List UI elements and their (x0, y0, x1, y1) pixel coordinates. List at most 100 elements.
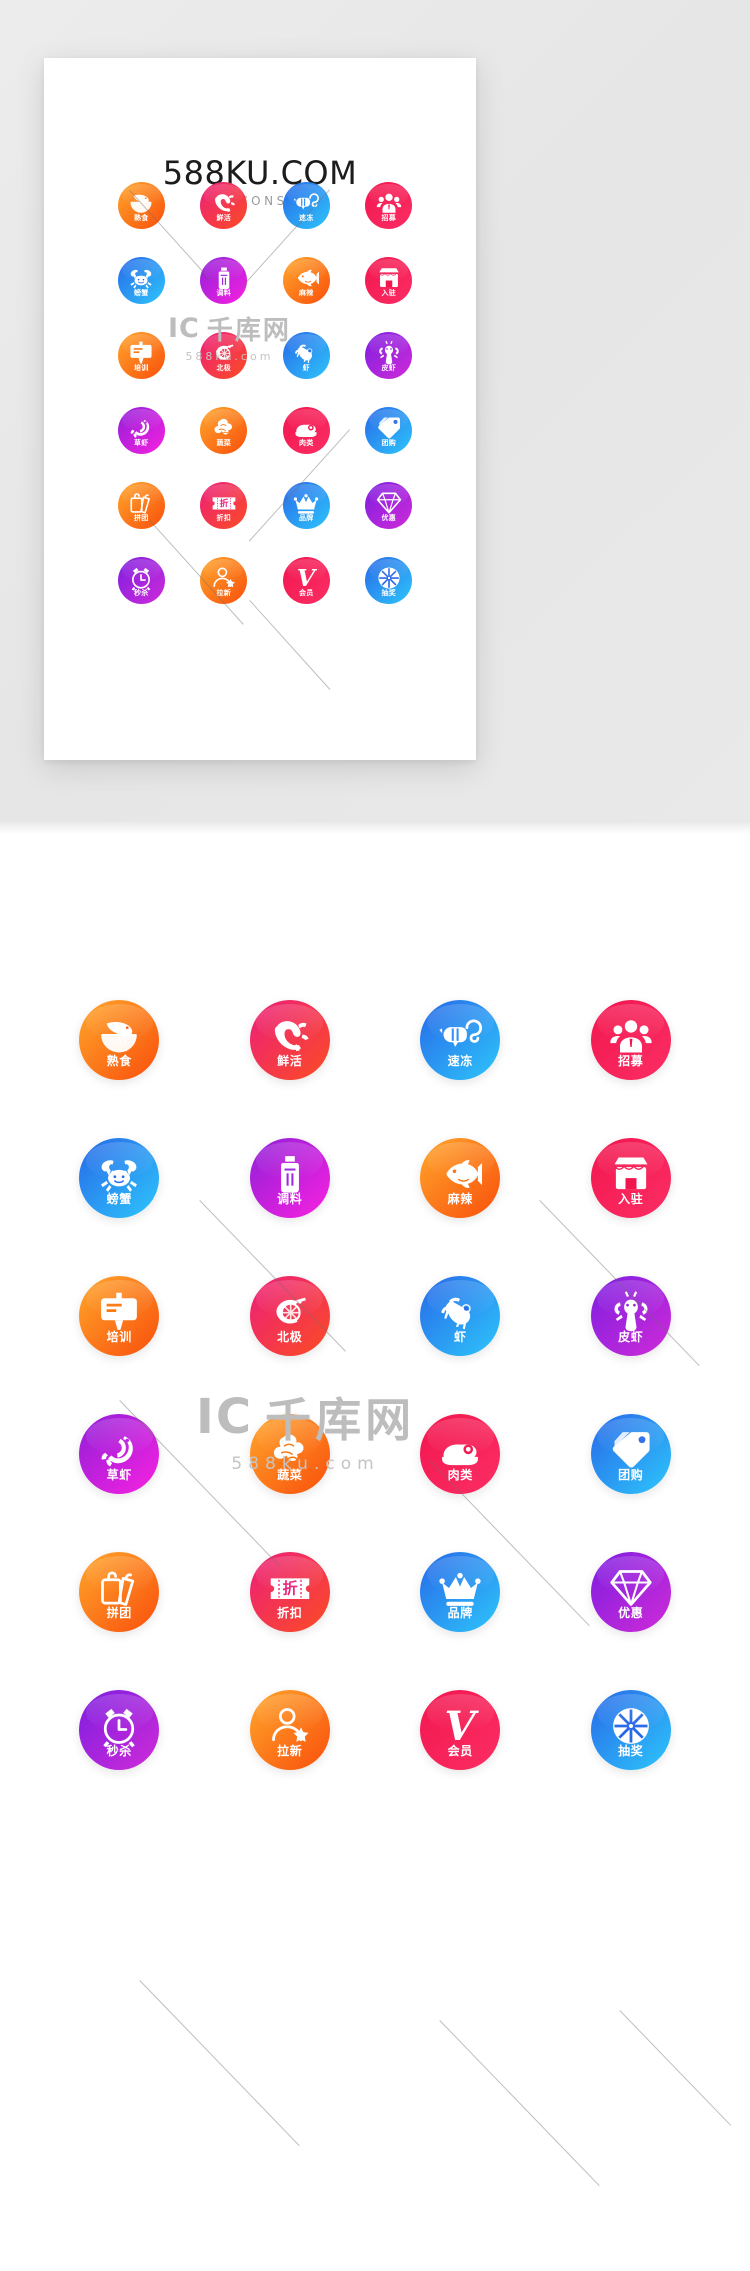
training-board-icon[interactable]: 培训 (118, 332, 165, 379)
icon-cell[interactable]: 麻辣 (283, 257, 330, 304)
group-buy-tag-icon[interactable]: 团购 (365, 407, 412, 454)
group-purchase-icon[interactable]: 拼团 (118, 482, 165, 529)
icon-cell[interactable]: 皮虾 (365, 332, 412, 379)
frozen-shrimp-icon[interactable]: 速冻 (283, 182, 330, 229)
shop-entry-icon[interactable]: 入驻 (365, 257, 412, 304)
icon-cell[interactable]: 拉新 (200, 557, 247, 604)
discount-ticket-icon[interactable]: 折折扣 (250, 1552, 330, 1632)
arctic-shrimp-icon[interactable]: 北极 (250, 1276, 330, 1356)
lucky-draw-wheel-icon[interactable]: 抽奖 (591, 1690, 671, 1770)
training-board-icon[interactable]: 培训 (79, 1276, 159, 1356)
flash-sale-clock-icon[interactable]: 秒杀 (79, 1690, 159, 1770)
brand-crown-icon[interactable]: 品牌 (283, 482, 330, 529)
icon-cell[interactable]: 折折扣 (250, 1552, 330, 1632)
icon-cell[interactable]: 鲜活 (200, 182, 247, 229)
icon-cell[interactable]: V会员 (283, 557, 330, 604)
icon-cell[interactable]: 皮虾 (591, 1276, 671, 1356)
crab-icon[interactable]: 螃蟹 (118, 257, 165, 304)
icon-cell[interactable]: 入驻 (365, 257, 412, 304)
icon-cell[interactable]: 优惠 (365, 482, 412, 529)
icon-cell[interactable]: 拉新 (250, 1690, 330, 1770)
icon-cell[interactable]: 培训 (79, 1276, 159, 1356)
icon-cell[interactable]: 拼团 (118, 482, 165, 529)
icon-cell[interactable]: 招募 (365, 182, 412, 229)
mantis-shrimp-icon[interactable]: 皮虾 (591, 1276, 671, 1356)
live-seafood-icon[interactable]: 鲜活 (250, 1000, 330, 1080)
vip-member-icon[interactable]: V会员 (420, 1690, 500, 1770)
icon-cell[interactable]: 螃蟹 (79, 1138, 159, 1218)
icon-cell[interactable]: 优惠 (591, 1552, 671, 1632)
icon-cell[interactable]: 螃蟹 (118, 257, 165, 304)
spicy-fish-icon[interactable]: 麻辣 (283, 257, 330, 304)
icon-cell[interactable]: 肉类 (420, 1414, 500, 1494)
shop-entry-icon[interactable]: 入驻 (591, 1138, 671, 1218)
icon-cell[interactable]: 熟食 (118, 182, 165, 229)
icon-label: 北极 (250, 1328, 330, 1345)
grass-shrimp-icon[interactable]: 草虾 (118, 407, 165, 454)
icon-cell[interactable]: 虾 (283, 332, 330, 379)
icon-cell[interactable]: 团购 (591, 1414, 671, 1494)
group-buy-tag-icon[interactable]: 团购 (591, 1414, 671, 1494)
icon-cell[interactable]: 熟食 (79, 1000, 159, 1080)
lucky-draw-wheel-icon[interactable]: 抽奖 (365, 557, 412, 604)
icon-cell[interactable]: 北极 (250, 1276, 330, 1356)
icon-cell[interactable]: 品牌 (283, 482, 330, 529)
icon-cell[interactable]: 蔬菜 (250, 1414, 330, 1494)
icon-cell[interactable]: 秒杀 (118, 557, 165, 604)
icon-cell[interactable]: 入驻 (591, 1138, 671, 1218)
icon-cell[interactable]: 抽奖 (591, 1690, 671, 1770)
icon-cell[interactable]: 团购 (365, 407, 412, 454)
vip-member-icon[interactable]: V会员 (283, 557, 330, 604)
icon-cell[interactable]: 品牌 (420, 1552, 500, 1632)
watermark-hairline (619, 2010, 731, 2126)
flash-sale-clock-icon[interactable]: 秒杀 (118, 557, 165, 604)
icon-cell[interactable]: 草虾 (79, 1414, 159, 1494)
icon-cell[interactable]: 调料 (200, 257, 247, 304)
icon-cell[interactable]: 速冻 (420, 1000, 500, 1080)
icon-cell[interactable]: 招募 (591, 1000, 671, 1080)
recruit-people-icon[interactable]: 招募 (591, 1000, 671, 1080)
icon-cell[interactable]: 鲜活 (250, 1000, 330, 1080)
discount-ticket-icon[interactable]: 折折扣 (200, 482, 247, 529)
icon-cell[interactable]: 草虾 (118, 407, 165, 454)
vegetable-icon[interactable]: 蔬菜 (250, 1414, 330, 1494)
grass-shrimp-icon[interactable]: 草虾 (79, 1414, 159, 1494)
meat-icon[interactable]: 肉类 (283, 407, 330, 454)
seasoning-bottle-icon[interactable]: 调料 (250, 1138, 330, 1218)
live-seafood-icon[interactable]: 鲜活 (200, 182, 247, 229)
icon-cell[interactable]: 秒杀 (79, 1690, 159, 1770)
icon-cell[interactable]: 培训 (118, 332, 165, 379)
icon-cell[interactable]: 肉类 (283, 407, 330, 454)
meat-icon[interactable]: 肉类 (420, 1414, 500, 1494)
icon-cell[interactable]: 北极 (200, 332, 247, 379)
shrimp-icon[interactable]: 虾 (283, 332, 330, 379)
vegetable-icon[interactable]: 蔬菜 (200, 407, 247, 454)
mantis-shrimp-icon[interactable]: 皮虾 (365, 332, 412, 379)
icon-cell[interactable]: 拼团 (79, 1552, 159, 1632)
icon-cell[interactable]: 麻辣 (420, 1138, 500, 1218)
icon-cell[interactable]: V会员 (420, 1690, 500, 1770)
recruit-people-icon[interactable]: 招募 (365, 182, 412, 229)
icon-cell[interactable]: 调料 (250, 1138, 330, 1218)
icon-cell[interactable]: 虾 (420, 1276, 500, 1356)
icon-grid-detail: 熟食 鲜活 速冻招募螃蟹 调料 麻辣 入驻培训北极 虾 皮虾草虾 蔬菜 肉类 团购拼团 折折扣 品牌 优惠… (34, 1000, 716, 1770)
frozen-shrimp-icon[interactable]: 速冻 (420, 1000, 500, 1080)
referral-user-icon[interactable]: 拉新 (250, 1690, 330, 1770)
arctic-shrimp-icon[interactable]: 北极 (200, 332, 247, 379)
shrimp-icon[interactable]: 虾 (420, 1276, 500, 1356)
icon-label: 招募 (591, 1052, 671, 1069)
cooked-shrimp-icon[interactable]: 熟食 (118, 182, 165, 229)
icon-cell[interactable]: 蔬菜 (200, 407, 247, 454)
benefit-diamond-icon[interactable]: 优惠 (365, 482, 412, 529)
seasoning-bottle-icon[interactable]: 调料 (200, 257, 247, 304)
crab-icon[interactable]: 螃蟹 (79, 1138, 159, 1218)
icon-cell[interactable]: 折折扣 (200, 482, 247, 529)
brand-crown-icon[interactable]: 品牌 (420, 1552, 500, 1632)
benefit-diamond-icon[interactable]: 优惠 (591, 1552, 671, 1632)
group-purchase-icon[interactable]: 拼团 (79, 1552, 159, 1632)
icon-cell[interactable]: 抽奖 (365, 557, 412, 604)
cooked-shrimp-icon[interactable]: 熟食 (79, 1000, 159, 1080)
referral-user-icon[interactable]: 拉新 (200, 557, 247, 604)
icon-cell[interactable]: 速冻 (283, 182, 330, 229)
spicy-fish-icon[interactable]: 麻辣 (420, 1138, 500, 1218)
